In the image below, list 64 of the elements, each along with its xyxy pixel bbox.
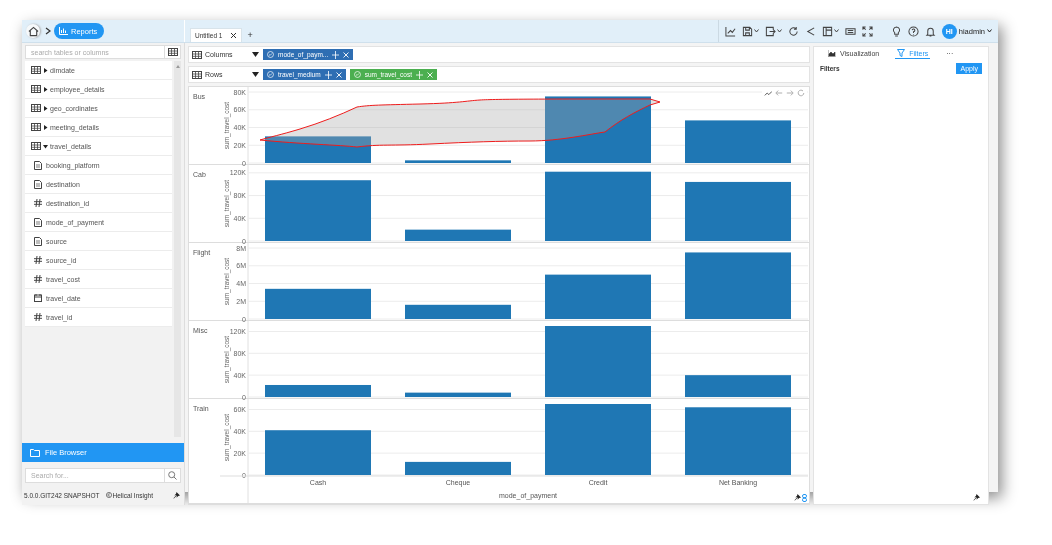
hash-icon [34, 199, 42, 207]
grid-icon [31, 142, 41, 150]
check-circle-icon [267, 51, 274, 58]
export-icon[interactable] [764, 25, 776, 37]
move-icon[interactable] [324, 70, 332, 79]
help-icon[interactable] [907, 25, 919, 37]
scroll-up-icon[interactable] [175, 65, 180, 68]
grid-icon [31, 85, 41, 93]
expanded-arrow-icon[interactable] [43, 143, 48, 149]
save-icon[interactable] [741, 25, 753, 37]
caret-icon[interactable] [252, 52, 259, 57]
document-icon [34, 160, 42, 170]
keyboard-icon[interactable] [844, 25, 856, 37]
pin-icon[interactable] [973, 494, 980, 501]
grid-icon[interactable] [167, 48, 178, 56]
document-icon [34, 236, 42, 246]
collapsed-arrow-icon[interactable] [43, 86, 48, 92]
fullscreen-icon[interactable] [861, 25, 873, 37]
pin-icon[interactable] [794, 494, 801, 501]
bar[interactable] [405, 392, 511, 397]
filter-icon [897, 49, 906, 57]
copyright-icon [105, 492, 112, 498]
caret-icon[interactable] [987, 29, 992, 33]
refresh-icon[interactable] [787, 25, 799, 37]
bar[interactable] [405, 461, 511, 475]
move-icon[interactable] [332, 50, 340, 59]
check-circle-icon [353, 71, 361, 78]
hash-icon [34, 275, 42, 283]
bar-chart-icon [59, 27, 68, 35]
search-icon[interactable] [168, 471, 177, 480]
grid-icon [31, 123, 41, 131]
close-icon[interactable] [230, 32, 238, 39]
bell-icon[interactable] [924, 25, 936, 37]
document-icon [34, 217, 42, 227]
folder-icon [30, 448, 40, 457]
area-chart-icon [828, 50, 836, 57]
chevron-icon [45, 27, 51, 35]
collapsed-arrow-icon[interactable] [43, 67, 48, 73]
hash-icon [34, 256, 42, 264]
collapsed-arrow-icon[interactable] [43, 124, 48, 130]
table-icon [192, 50, 202, 59]
bar[interactable] [545, 274, 651, 319]
layout-icon[interactable] [821, 25, 833, 37]
calendar-icon [34, 294, 42, 302]
bar[interactable] [265, 288, 371, 319]
move-icon[interactable] [415, 70, 423, 79]
collapsed-arrow-icon[interactable] [43, 105, 48, 111]
grid-icon [31, 104, 41, 112]
bar[interactable] [405, 304, 511, 319]
bar[interactable] [405, 229, 511, 241]
add-tab-button[interactable]: + [247, 30, 253, 40]
grid-icon [31, 66, 41, 74]
caret-icon[interactable] [252, 72, 259, 77]
lightbulb-icon[interactable] [890, 25, 902, 37]
document-icon [34, 179, 42, 189]
home-icon[interactable] [27, 25, 39, 37]
trend-line-icon[interactable] [764, 89, 772, 97]
line-chart-icon[interactable] [724, 25, 736, 37]
table-icon [192, 70, 202, 79]
check-circle-icon [267, 71, 274, 78]
pin-icon[interactable] [173, 491, 180, 499]
bar[interactable] [265, 136, 371, 163]
scrollbar[interactable] [174, 61, 181, 437]
hash-icon [34, 313, 42, 321]
